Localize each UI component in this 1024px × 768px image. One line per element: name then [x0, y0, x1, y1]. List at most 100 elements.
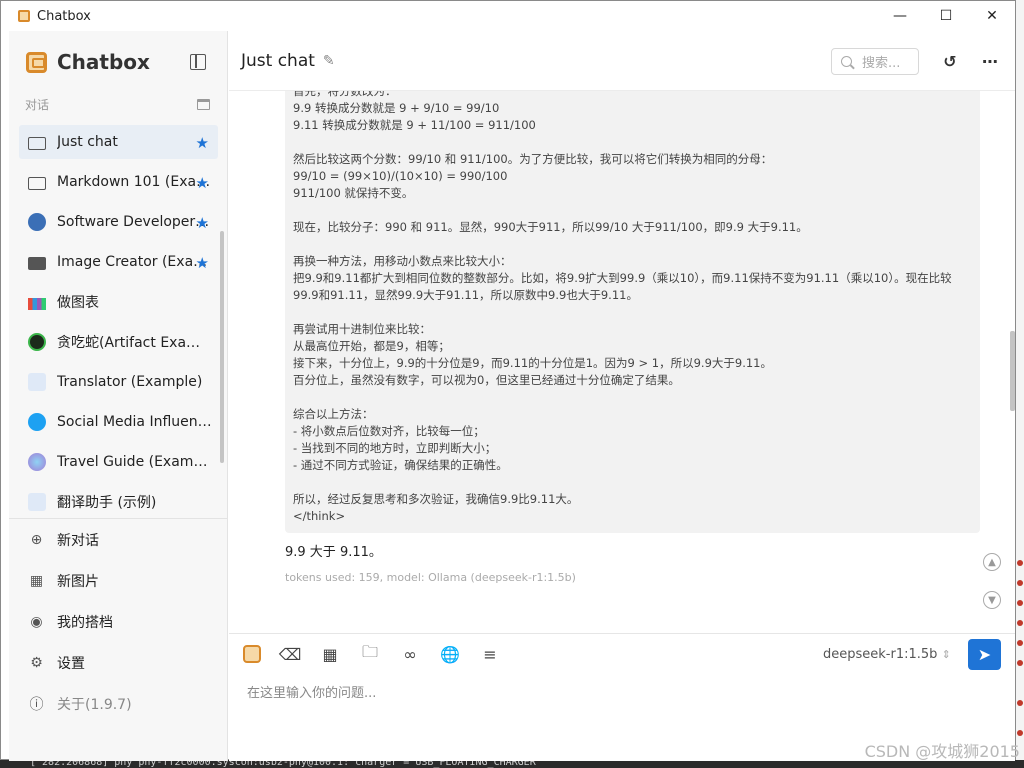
search-icon: [841, 56, 852, 67]
edit-title-icon[interactable]: ✎: [323, 53, 335, 69]
maximize-button[interactable]: ☐: [923, 1, 969, 31]
think-line: 百分位上，虽然没有数字，可以视为0，但这里已经通过十分位确定了结果。: [293, 373, 680, 387]
terminal-text: [ 282.206868] phy phy-ff2c0000.syscon:us…: [30, 760, 536, 768]
message-scrollbar[interactable]: [1010, 331, 1015, 411]
think-line: 99/10 = (99×10)/(10×10) = 990/100: [293, 169, 508, 183]
new-image-button[interactable]: ▦ 新图片: [9, 560, 228, 601]
title-bar: Chatbox — ☐ ✕: [1, 1, 1015, 31]
think-line: 把9.9和9.11都扩大到相同位数的整数部分。比如，将9.9扩大到99.9（乘以…: [293, 271, 952, 302]
message-area[interactable]: 首先，将分数改为： 9.9 转换成分数就是 9 + 9/10 = 99/10 9.1…: [229, 91, 1015, 633]
chat-title: Just chat: [241, 50, 315, 71]
think-line: [293, 236, 972, 253]
conversation-label: Social Media Influencer (Example): [57, 414, 212, 430]
scroll-up-icon[interactable]: ▲: [983, 553, 1001, 571]
assistant-answer: 9.9 大于 9.11。: [285, 545, 382, 560]
image-icon[interactable]: ▦: [319, 643, 341, 665]
think-line: 然后比较这两个分数：99/10 和 911/100。为了方便比较，我可以将它们转…: [293, 152, 773, 166]
watermark: CSDN @攻城狮2015: [864, 742, 1020, 761]
chat-bubble-icon: [28, 176, 46, 190]
eraser-icon[interactable]: ⌫: [279, 643, 302, 665]
think-line: 9.9 转换成分数就是 9 + 9/10 = 99/10: [293, 101, 500, 115]
scroll-down-icon[interactable]: ▼: [983, 591, 1001, 609]
message-meta: tokens used: 159, model: Ollama (deepsee…: [285, 571, 576, 584]
conversation-label: Software Developer (Example): [57, 214, 212, 230]
think-line: [293, 304, 972, 321]
model-select[interactable]: deepseek-r1:1.5b ⇕: [823, 647, 951, 662]
think-line: 接下来，十分位上，9.9的十分位是9，而9.11的十分位是1。因为9 > 1，所…: [293, 356, 772, 370]
star-icon[interactable]: ★: [196, 134, 209, 152]
menu-label: 新图片: [57, 573, 99, 590]
think-line: [293, 389, 972, 406]
window-title: Chatbox: [37, 8, 91, 24]
chat-bubble-icon: [28, 136, 46, 150]
chatbox-logo-icon[interactable]: [243, 645, 261, 663]
star-icon[interactable]: ★: [196, 254, 209, 272]
snake-game-icon: [28, 333, 46, 351]
developer-avatar-icon: [28, 213, 46, 231]
minimize-button[interactable]: —: [877, 1, 923, 31]
folder-icon[interactable]: 🗀: [359, 642, 381, 665]
menu-label: 设置: [57, 655, 85, 672]
think-line: 所以，经过反复思考和多次验证，我确信9.9比9.11大。: [293, 492, 579, 506]
conversation-label: Image Creator (Example): [57, 254, 212, 270]
search-placeholder: 搜索...: [862, 56, 901, 71]
conversation-item[interactable]: 翻译助手 (示例): [19, 485, 218, 519]
star-icon[interactable]: ★: [196, 174, 209, 192]
think-line: - 将小数点后位数对齐，比较每一位；: [293, 424, 485, 438]
search-input[interactable]: 搜索...: [831, 48, 919, 75]
conversation-label: 做图表: [57, 295, 99, 311]
message-input[interactable]: [245, 680, 985, 740]
about-button[interactable]: ⓘ 关于(1.9.7): [9, 683, 228, 724]
think-line: 首先，将分数改为：: [293, 91, 397, 98]
conversation-item[interactable]: Software Developer (Example) ★: [19, 205, 218, 239]
app-window: Chatbox — ☐ ✕ Chatbox 对话 Just chat ★ Mar…: [0, 0, 1016, 761]
think-line: </think>: [293, 509, 346, 523]
settings-button[interactable]: ⚙ 设置: [9, 642, 228, 683]
globe-icon[interactable]: 🌐: [439, 643, 461, 665]
model-label: deepseek-r1:1.5b: [823, 647, 938, 662]
menu-label: 新对话: [57, 532, 99, 549]
conversation-item[interactable]: Translator (Example): [19, 365, 218, 399]
twitter-icon: [28, 413, 46, 431]
conversation-item[interactable]: Just chat ★: [19, 125, 218, 159]
think-line: 综合以上方法：: [293, 407, 374, 421]
conversation-label: Translator (Example): [57, 374, 203, 390]
conversation-item[interactable]: Travel Guide (Example): [19, 445, 218, 479]
sidebar-footer: ⊕ 新对话 ▦ 新图片 ◉ 我的搭档 ⚙ 设置 ⓘ 关于(1.9.7): [9, 518, 228, 724]
my-partners-button[interactable]: ◉ 我的搭档: [9, 601, 228, 642]
sidebar-scrollbar[interactable]: [220, 231, 224, 463]
think-line: - 通过不同方式验证，确保结果的正确性。: [293, 458, 508, 472]
sidebar: Chatbox 对话 Just chat ★ Markdown 101 (Exa…: [9, 31, 228, 761]
more-icon[interactable]: ⋯: [978, 49, 1002, 73]
conversation-item[interactable]: Markdown 101 (Example) ★: [19, 165, 218, 199]
conversation-label: Markdown 101 (Example): [57, 174, 212, 190]
conversation-item[interactable]: Social Media Influencer (Example): [19, 405, 218, 439]
conversation-label: Travel Guide (Example): [57, 454, 212, 470]
collapse-sidebar-icon[interactable]: [190, 54, 206, 70]
clear-conversations-icon[interactable]: [197, 98, 210, 110]
history-icon[interactable]: ↺: [938, 49, 962, 73]
think-line: 911/100 就保持不变。: [293, 186, 414, 200]
think-line: 再换一种方法，用移动小数点来比较大小：: [293, 254, 512, 268]
conversation-label: Just chat: [57, 134, 118, 150]
conversation-item[interactable]: Image Creator (Example) ★: [19, 245, 218, 279]
conversation-list[interactable]: Just chat ★ Markdown 101 (Example) ★ Sof…: [9, 125, 228, 521]
translate-icon: [28, 493, 46, 511]
image-icon: [28, 256, 46, 270]
chat-header: Just chat ✎ 搜索... ↺ ⋯: [229, 31, 1015, 91]
settings-sliders-icon[interactable]: ≡: [479, 643, 501, 665]
conversation-item[interactable]: 贪吃蛇(Artifact Example): [19, 325, 218, 359]
think-line: 现在，比较分子：990 和 911。显然，990大于911，所以99/10 大于…: [293, 220, 808, 234]
globe-icon: [28, 453, 46, 471]
send-button[interactable]: ➤: [968, 639, 1001, 670]
link-icon[interactable]: ∞: [399, 643, 421, 665]
star-icon[interactable]: ★: [196, 214, 209, 232]
chat-panel: Just chat ✎ 搜索... ↺ ⋯ 首先，将分数改为： 9.9 转换成分数…: [229, 31, 1015, 761]
close-button[interactable]: ✕: [969, 1, 1015, 31]
new-chat-button[interactable]: ⊕ 新对话: [9, 519, 228, 560]
background-desktop-right: [1016, 0, 1024, 768]
bar-chart-icon: [28, 297, 46, 310]
brand: Chatbox: [9, 31, 227, 93]
think-line: 再尝试用十进制位来比较：: [293, 322, 431, 336]
conversation-item[interactable]: 做图表: [19, 285, 218, 319]
